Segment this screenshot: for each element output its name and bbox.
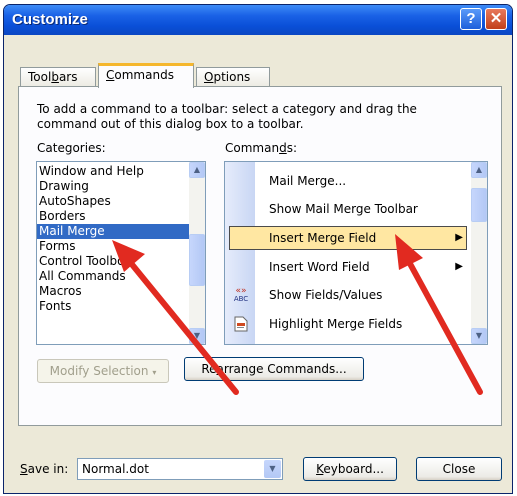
command-item[interactable]: Mail Merge... bbox=[225, 167, 471, 195]
modify-selection-button[interactable]: Modify Selection ▾ bbox=[37, 359, 169, 383]
category-item[interactable]: Drawing bbox=[37, 179, 205, 194]
tab-commands[interactable]: Commands bbox=[98, 63, 194, 88]
tab-options[interactable]: Options bbox=[196, 67, 270, 87]
submenu-arrow-icon: ▶ bbox=[455, 261, 463, 272]
command-label: Show Mail Merge Toolbar bbox=[269, 202, 418, 216]
button-label-accelerator: a bbox=[216, 362, 224, 376]
chevron-down-icon[interactable]: ▼ bbox=[264, 460, 281, 478]
commands-label-text: Comman bbox=[225, 141, 280, 155]
dropdown-arrow-icon: ▾ bbox=[152, 368, 157, 377]
commands-label: Commands: bbox=[225, 141, 297, 155]
categories-scrollbar[interactable]: ▲ ▼ bbox=[189, 162, 205, 344]
command-label: Insert Merge Field bbox=[269, 231, 377, 245]
save-in-label-accelerator: S bbox=[20, 462, 28, 476]
chevron-down-icon: ▼ bbox=[475, 331, 483, 340]
submenu-arrow-icon: ▶ bbox=[455, 232, 463, 243]
close-icon: ✕ bbox=[489, 10, 503, 27]
command-label: Show Fields/Values bbox=[269, 288, 383, 302]
categories-list: Window and Help Drawing AutoShapes Borde… bbox=[37, 162, 205, 314]
highlight-document-icon bbox=[233, 316, 249, 332]
field-codes-glyph: ABC bbox=[233, 295, 249, 303]
save-in-label: Save in: bbox=[20, 462, 68, 476]
dialog-title: Customize bbox=[12, 11, 88, 28]
tab-toolbars[interactable]: Toolbars bbox=[20, 67, 96, 87]
category-item[interactable]: Forms bbox=[37, 239, 205, 254]
scroll-up-button[interactable]: ▲ bbox=[189, 162, 205, 178]
category-item[interactable]: Window and Help bbox=[37, 164, 205, 179]
command-item[interactable]: Insert Word Field ▶ bbox=[225, 253, 471, 281]
button-label: Re bbox=[201, 362, 217, 376]
command-label: Highlight Merge Fields bbox=[269, 317, 403, 331]
commands-tab-panel: To add a command to a toolbar: select a … bbox=[18, 86, 502, 426]
customize-dialog: Customize ? ✕ Toolbars Commands Options … bbox=[3, 4, 513, 494]
chevron-up-icon: ▲ bbox=[193, 165, 201, 174]
tab-label: Tool bbox=[28, 70, 52, 84]
category-item[interactable]: Macros bbox=[37, 284, 205, 299]
category-item[interactable]: Borders bbox=[37, 209, 205, 224]
rearrange-commands-button[interactable]: Rearrange Commands... bbox=[184, 357, 364, 381]
category-item[interactable]: Fonts bbox=[37, 299, 205, 314]
scroll-down-button[interactable]: ▼ bbox=[471, 328, 487, 344]
help-button[interactable]: ? bbox=[460, 8, 482, 30]
commands-listbox[interactable]: Mail Merge... Show Mail Merge Toolbar In… bbox=[224, 161, 488, 345]
button-label: rrange Commands... bbox=[223, 362, 347, 376]
save-in-value: Normal.dot bbox=[82, 462, 149, 476]
keyboard-button[interactable]: Keyboard... bbox=[303, 457, 397, 481]
category-item[interactable]: AutoShapes bbox=[37, 194, 205, 209]
scroll-up-button[interactable]: ▲ bbox=[471, 162, 487, 178]
instructions-text: To add a command to a toolbar: select a … bbox=[37, 102, 417, 131]
category-item-selected[interactable]: Mail Merge bbox=[37, 224, 205, 239]
field-codes-glyph: «» bbox=[235, 286, 247, 296]
scroll-thumb[interactable] bbox=[471, 188, 487, 222]
scroll-thumb[interactable] bbox=[189, 234, 205, 286]
chevron-up-icon: ▲ bbox=[475, 165, 483, 174]
button-label: Modify Selection bbox=[49, 364, 149, 378]
categories-listbox[interactable]: Window and Help Drawing AutoShapes Borde… bbox=[36, 161, 206, 345]
close-window-button[interactable]: ✕ bbox=[485, 8, 507, 30]
command-label: Mail Merge... bbox=[269, 174, 347, 188]
categories-label: Categories: bbox=[37, 141, 106, 155]
scroll-down-button[interactable]: ▼ bbox=[189, 328, 205, 344]
tab-label-accelerator: b bbox=[51, 70, 59, 84]
button-label: eyboard... bbox=[323, 462, 384, 476]
category-item[interactable]: Control Toolbox bbox=[37, 254, 205, 269]
tab-label: ars bbox=[58, 70, 78, 84]
commands-scrollbar[interactable]: ▲ ▼ bbox=[471, 162, 487, 344]
command-item[interactable]: «» ABC Show Fields/Values bbox=[225, 281, 471, 309]
tab-label: ptions bbox=[213, 70, 251, 84]
title-bar[interactable]: Customize ? ✕ bbox=[4, 5, 512, 35]
command-item[interactable]: Highlight Merge Fields bbox=[225, 310, 471, 338]
field-codes-icon: «» ABC bbox=[233, 286, 249, 304]
commands-label-text: s: bbox=[286, 141, 297, 155]
command-item-highlighted[interactable]: Insert Merge Field ▶ bbox=[225, 224, 471, 252]
save-in-label-text: ave in: bbox=[27, 462, 69, 476]
chevron-down-icon: ▼ bbox=[193, 331, 201, 340]
button-label: Close bbox=[442, 462, 476, 476]
category-item[interactable]: All Commands bbox=[37, 269, 205, 284]
close-button[interactable]: Close bbox=[416, 457, 502, 481]
commands-label-accelerator: d bbox=[279, 141, 287, 155]
tab-label: ommands bbox=[114, 68, 174, 82]
help-icon: ? bbox=[466, 10, 476, 27]
save-in-combobox[interactable]: Normal.dot ▼ bbox=[77, 458, 283, 480]
command-item[interactable]: Show Mail Merge Toolbar bbox=[225, 195, 471, 223]
command-label: Insert Word Field bbox=[269, 260, 370, 274]
